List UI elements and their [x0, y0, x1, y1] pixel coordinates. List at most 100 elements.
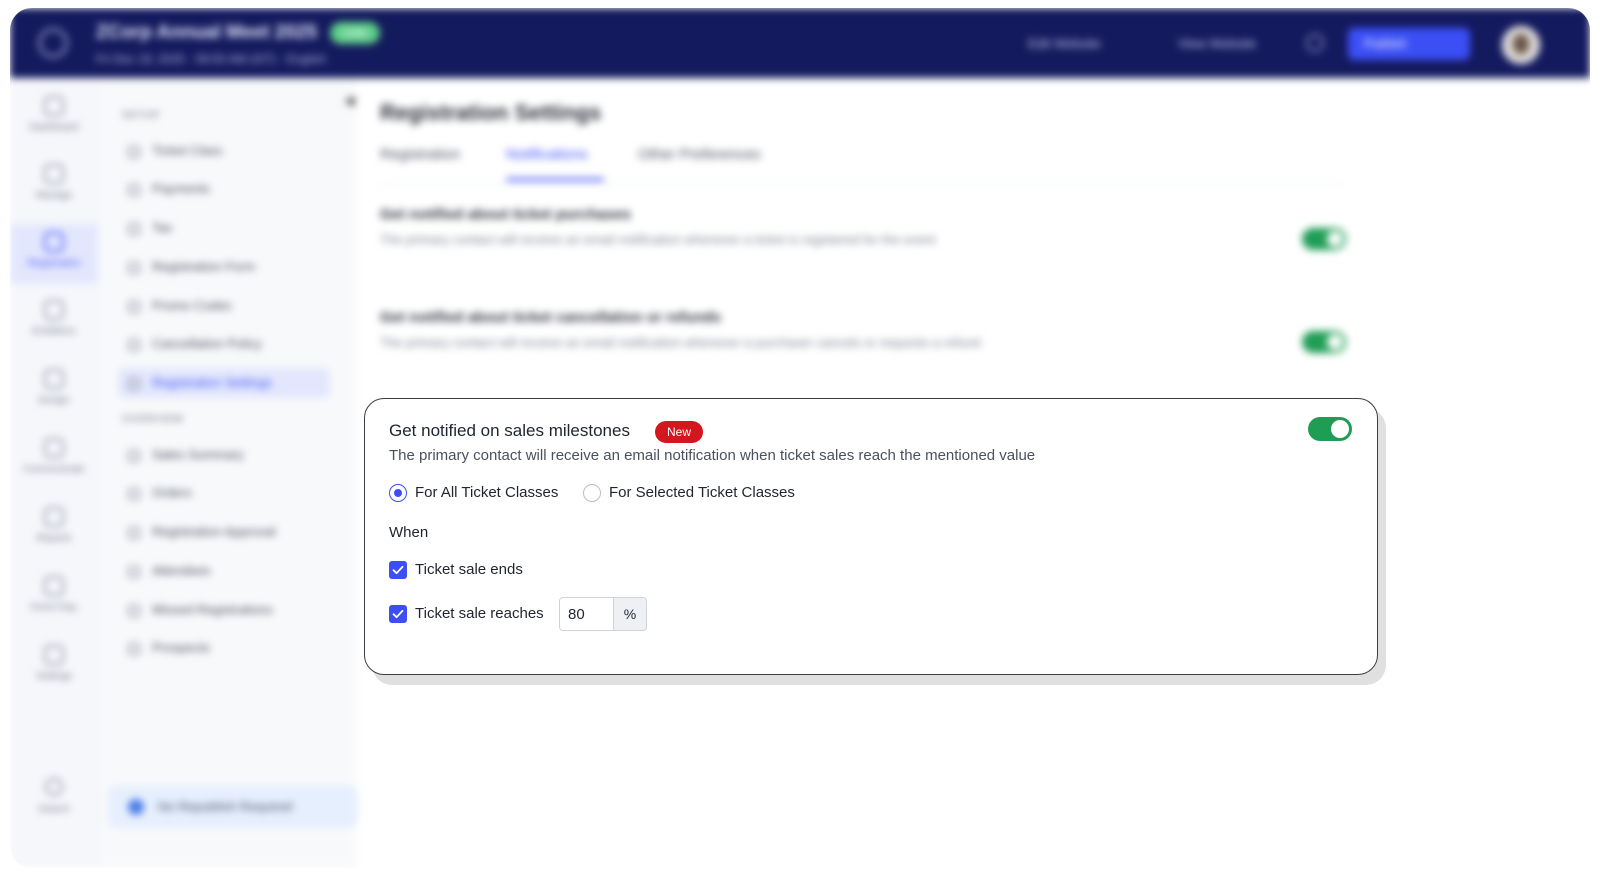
republish-status: No Republish Required: [108, 786, 358, 828]
dashboard-icon: [44, 96, 64, 116]
subnav-item-registration-form[interactable]: Registration Form: [118, 252, 330, 282]
secondary-nav: ◀ SETUP Ticket Class Payments Tax Regist…: [98, 78, 356, 868]
top-bar: ZCorp Annual Meet 2025 Live Fri Dec 19, …: [10, 8, 1590, 78]
reports-icon: [44, 507, 64, 527]
subnav-item-promo-codes[interactable]: Promo Codes: [118, 291, 330, 321]
rail-item-communicate[interactable]: Communicate: [10, 430, 98, 490]
sales-percentage-input[interactable]: [560, 598, 613, 630]
help-icon[interactable]: [1306, 34, 1324, 52]
rail-item-design[interactable]: Design: [10, 361, 98, 421]
rail-label: Communicate: [23, 464, 85, 475]
milestone-title: Get notified on sales milestones: [389, 421, 630, 440]
rail-item-reports[interactable]: Reports: [10, 499, 98, 559]
subnav-label: Cancellation Policy: [152, 336, 262, 351]
radio-unchecked-icon: [583, 484, 601, 502]
tab-other-preferences[interactable]: Other Preferences: [638, 146, 761, 163]
publish-button[interactable]: Publish: [1348, 28, 1470, 60]
check-ticket-sale-ends[interactable]: Ticket sale ends: [389, 560, 529, 580]
checkbox-label: Ticket sale reaches: [415, 605, 544, 622]
rail-label: Registration: [27, 258, 81, 269]
rail-item-registration[interactable]: Registration: [10, 224, 98, 284]
rail-item-manage[interactable]: Manage: [10, 156, 98, 216]
checkbox-checked-icon[interactable]: [389, 605, 407, 623]
setting-title-purchases: Get notified about ticket purchases: [380, 206, 631, 223]
communicate-icon: [44, 438, 64, 458]
subnav-label: Tax: [152, 220, 173, 235]
subnav-item-payments[interactable]: Payments: [118, 174, 330, 204]
active-tab-indicator: [506, 178, 604, 181]
toggle-cancellations[interactable]: [1302, 331, 1346, 353]
check-ticket-sale-reaches[interactable]: Ticket sale reaches: [389, 604, 551, 624]
checkbox-label: Ticket sale ends: [415, 561, 523, 578]
gear-icon: [44, 645, 64, 665]
edit-website-link[interactable]: Edit Website: [1028, 36, 1101, 51]
section-heading-setup: SETUP: [122, 110, 161, 121]
app-logo-icon[interactable]: [38, 28, 68, 58]
rail-label: Event Day: [30, 602, 78, 613]
milestone-description: The primary contact will receive an emai…: [389, 447, 1036, 464]
radio-label: For Selected Ticket Classes: [609, 484, 795, 501]
setting-title-cancellations: Get notified about ticket cancellation o…: [380, 309, 721, 326]
subnav-label: Prospects: [152, 640, 210, 655]
rail-item-exhibitors[interactable]: Exhibitors: [10, 292, 98, 352]
subnav-item-attendees[interactable]: Attendees: [118, 556, 330, 586]
subnav-item-missed-registrations[interactable]: Missed Registrations: [118, 595, 330, 625]
subnav-item-registration-settings[interactable]: Registration Settings: [118, 368, 330, 398]
missed-icon: [128, 604, 140, 617]
subnav-label: Attendees: [152, 563, 211, 578]
divider: [380, 184, 1346, 185]
view-website-link[interactable]: View Website: [1178, 36, 1256, 51]
summary-icon: [128, 449, 140, 462]
globe-icon: [128, 799, 144, 815]
subnav-item-prospects[interactable]: Prospects: [118, 633, 330, 663]
status-badge: Live: [330, 22, 380, 44]
avatar[interactable]: [1502, 26, 1540, 64]
toggle-knob: [1331, 420, 1349, 438]
subnav-item-registration-approval[interactable]: Registration Approval: [118, 517, 330, 547]
rail-label: Design: [38, 395, 70, 406]
radio-checked-icon: [389, 484, 407, 502]
subnav-label: Sales Summary: [152, 447, 244, 462]
tax-icon: [128, 222, 140, 235]
subnav-item-orders[interactable]: Orders: [118, 478, 330, 508]
page-title: Registration Settings: [380, 100, 602, 125]
tab-notifications[interactable]: Notifications: [506, 146, 588, 163]
promo-icon: [128, 300, 140, 313]
setting-desc-purchases: The primary contact will receive an emai…: [380, 232, 936, 247]
attendees-icon: [128, 565, 140, 578]
subnav-item-sales-summary[interactable]: Sales Summary: [118, 440, 330, 470]
tab-registration[interactable]: Registration: [380, 146, 460, 163]
rail-item-event-day[interactable]: Event Day: [10, 568, 98, 628]
radio-selected-ticket-classes[interactable]: For Selected Ticket Classes: [583, 483, 805, 503]
percentage-input-group: %: [559, 597, 647, 631]
approval-icon: [128, 526, 140, 539]
rail-label: Dashboard: [29, 122, 79, 133]
subnav-item-ticket-class[interactable]: Ticket Class: [118, 136, 330, 166]
subnav-item-tax[interactable]: Tax: [118, 213, 330, 243]
subnav-item-cancellation-policy[interactable]: Cancellation Policy: [118, 329, 330, 359]
subnav-label: Payments: [152, 181, 210, 196]
radio-all-ticket-classes[interactable]: For All Ticket Classes: [389, 483, 569, 503]
rail-label: Exhibitors: [32, 326, 76, 337]
rail-item-search[interactable]: Search: [10, 778, 98, 815]
percent-suffix: %: [613, 598, 646, 630]
manage-icon: [44, 164, 64, 184]
collapse-chevron-icon[interactable]: ◀: [344, 92, 355, 109]
milestone-toggle[interactable]: [1308, 417, 1352, 441]
event-title: ZCorp Annual Meet 2025: [96, 22, 318, 43]
card-icon: [128, 183, 140, 196]
settings-icon: [128, 377, 140, 390]
rail-item-dashboard[interactable]: Dashboard: [10, 88, 98, 148]
ticket-icon: [128, 145, 140, 158]
prospects-icon: [128, 642, 140, 655]
orders-icon: [128, 487, 140, 500]
subnav-label: Registration Settings: [152, 375, 272, 390]
rail-item-settings[interactable]: Settings: [10, 637, 98, 697]
rail-label: Reports: [36, 533, 72, 544]
checkbox-checked-icon[interactable]: [389, 561, 407, 579]
toggle-purchases[interactable]: [1302, 228, 1346, 250]
event-day-icon: [44, 576, 64, 596]
registration-icon: [44, 232, 64, 252]
rail-label: Manage: [35, 190, 73, 201]
policy-icon: [128, 338, 140, 351]
